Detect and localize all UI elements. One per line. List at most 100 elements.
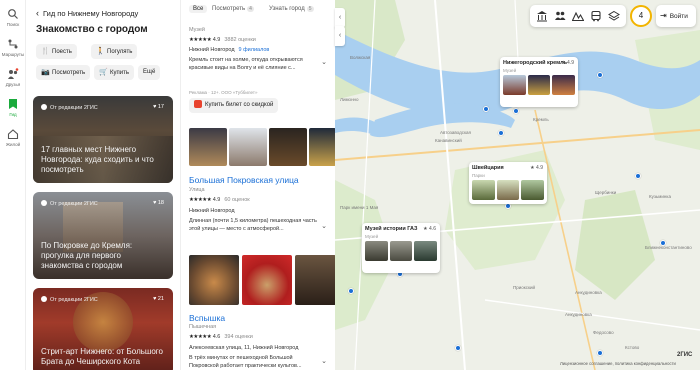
result-photo[interactable] [229,128,267,166]
map-pin[interactable] [498,130,504,136]
result-description: Длинная (почти 1,5 километра) пешеходная… [189,218,317,232]
chip-eat[interactable]: 🍴 Поесть [36,44,77,59]
friends-icon [8,68,19,79]
popup-photo[interactable] [496,179,520,200]
back-arrow-icon: ‹ [36,8,39,18]
logo-icon [41,296,47,302]
popup-rating: ★ 4.9 [561,60,574,66]
map-label: Щербинки [595,190,617,195]
popup-photo[interactable] [472,179,495,200]
popup-photo[interactable] [503,74,526,95]
popup-photo[interactable] [365,240,388,261]
map-pin[interactable] [483,106,489,112]
chip-label: Ещё [143,69,156,75]
collection-card[interactable]: От редакции 2ГИС ♥ 17 17 главных мест Ни… [33,96,173,183]
map-label: Кузьминка [649,194,671,199]
map-pin[interactable] [635,173,641,179]
card-source: От редакции 2ГИС [41,296,98,303]
popup-photo[interactable] [389,240,413,261]
map-popup-shveytsariya[interactable]: Швейцария ★ 4.9 Парки [469,162,547,204]
map-popup-gaz-museum[interactable]: Музей истории ГАЗ ★ 4.6 Музей [362,223,440,273]
rail-item-search[interactable]: Поиск [0,8,26,27]
logo-icon [41,200,47,206]
result-description: Кремль стоит на холме, откуда открываютс… [189,57,303,71]
map-label: Автозаводская [440,130,471,135]
chip-buy[interactable]: 🛒 Купить [94,65,134,80]
result-title[interactable]: Большая Покровская улица [189,175,299,185]
map-pin[interactable] [660,240,666,246]
result-photo[interactable] [309,128,335,166]
login-icon: ⇥ [660,11,667,20]
map-label: Ближнеконстантиново [645,245,692,250]
buy-ticket-button[interactable]: Купить билет со скидкой [189,98,279,113]
route-icon [8,39,18,49]
rail-item-home[interactable]: Жилой [0,128,26,147]
legal-links[interactable]: Лицензионное соглашение, политика конфид… [560,361,676,366]
result-photo[interactable] [242,255,292,305]
stars-icon: ★★★★★ [189,37,212,43]
people-icon[interactable] [554,10,566,22]
card-likes: ♥ 17 [153,104,164,110]
tab-see[interactable]: Посмотреть 4 [212,6,254,12]
tab-count: 4 [247,6,254,12]
bus-icon[interactable] [590,10,602,22]
login-button[interactable]: ⇥ Войти [656,5,696,27]
result-category: Улица [189,187,205,193]
collection-card[interactable]: От редакции 2ГИС ♥ 21 Стрит-арт Нижнего:… [33,288,173,370]
popup-rating: ★ 4.9 [530,165,543,171]
map-label: Парк имени 1 Мая [340,205,379,210]
chevron-down-icon[interactable]: ⌄ [321,357,327,365]
popup-photo[interactable] [414,240,438,261]
map-label: Приокский [513,285,536,290]
collapse-panel-button[interactable]: ‹ [335,8,345,28]
chevron-down-icon[interactable]: ⌄ [321,58,327,66]
map-pin[interactable] [597,350,603,356]
chevron-down-icon[interactable]: ⌄ [321,222,327,230]
result-photo[interactable] [269,128,307,166]
back-link[interactable]: ‹ Гид по Нижнему Новгороду [36,8,138,18]
rail-item-label: Жилой [5,142,21,147]
collection-card[interactable]: От редакции 2ГИС ♥ 18 По Покровке до Кре… [33,192,173,279]
result-photo[interactable] [295,255,335,305]
map-label: Канавинский [435,138,462,143]
card-title: Стрит-арт Нижнего: от Большого Брата до … [41,347,163,366]
rail-item-guide[interactable]: Гид [0,98,26,117]
map-label: Федосово [593,330,614,335]
map-pin[interactable] [597,72,603,78]
ticket-icon [194,100,202,108]
walk-icon: 🚶 [96,48,105,55]
result-rating: ★★★★★ 4.6 394 оценки [189,334,253,340]
result-photo[interactable] [189,128,227,166]
museum-icon[interactable] [536,10,548,22]
map-label: Лимонно [340,97,359,102]
layers-icon[interactable] [608,10,620,22]
result-photo[interactable] [189,255,239,305]
mountains-icon[interactable] [572,10,584,22]
collapse-list-button[interactable]: ‹ [335,26,345,46]
map-pin[interactable] [348,288,354,294]
popup-photos [503,74,576,95]
rail-item-friends[interactable]: Друзья [0,68,26,87]
map-pin[interactable] [455,345,461,351]
chip-label: Посмотреть [52,70,86,76]
card-likes: ♥ 21 [153,296,164,302]
chip-see[interactable]: 📷 Посмотреть [36,65,91,80]
popup-photo[interactable] [552,74,576,95]
chip-walk[interactable]: 🚶 Погулять [91,44,138,59]
tab-all[interactable]: Все [189,5,208,13]
logo-icon [41,104,47,110]
result-title[interactable]: Вспышка [189,313,225,323]
branches-link[interactable]: 9 филиалов [239,47,270,53]
map-pin[interactable] [513,108,519,114]
rail-item-routes[interactable]: Маршруты [0,38,26,57]
map[interactable]: Лимонно Волжская Автозаводская Канавинск… [335,0,700,370]
popup-photo[interactable] [527,74,551,95]
card-title: По Покровке до Кремля: прогулка для перв… [41,241,133,270]
tab-learn-city[interactable]: Узнать город 5 [269,6,314,12]
popup-photo[interactable] [521,179,545,200]
map-label: Кремль [533,117,549,122]
chip-more[interactable]: Ещё [138,65,161,80]
notifications-badge[interactable]: 4 [630,5,652,27]
map-popup-kremlin[interactable]: Нижегородский кремль ★ 4.9 Музей [500,57,578,107]
map-toolbar [530,5,626,27]
